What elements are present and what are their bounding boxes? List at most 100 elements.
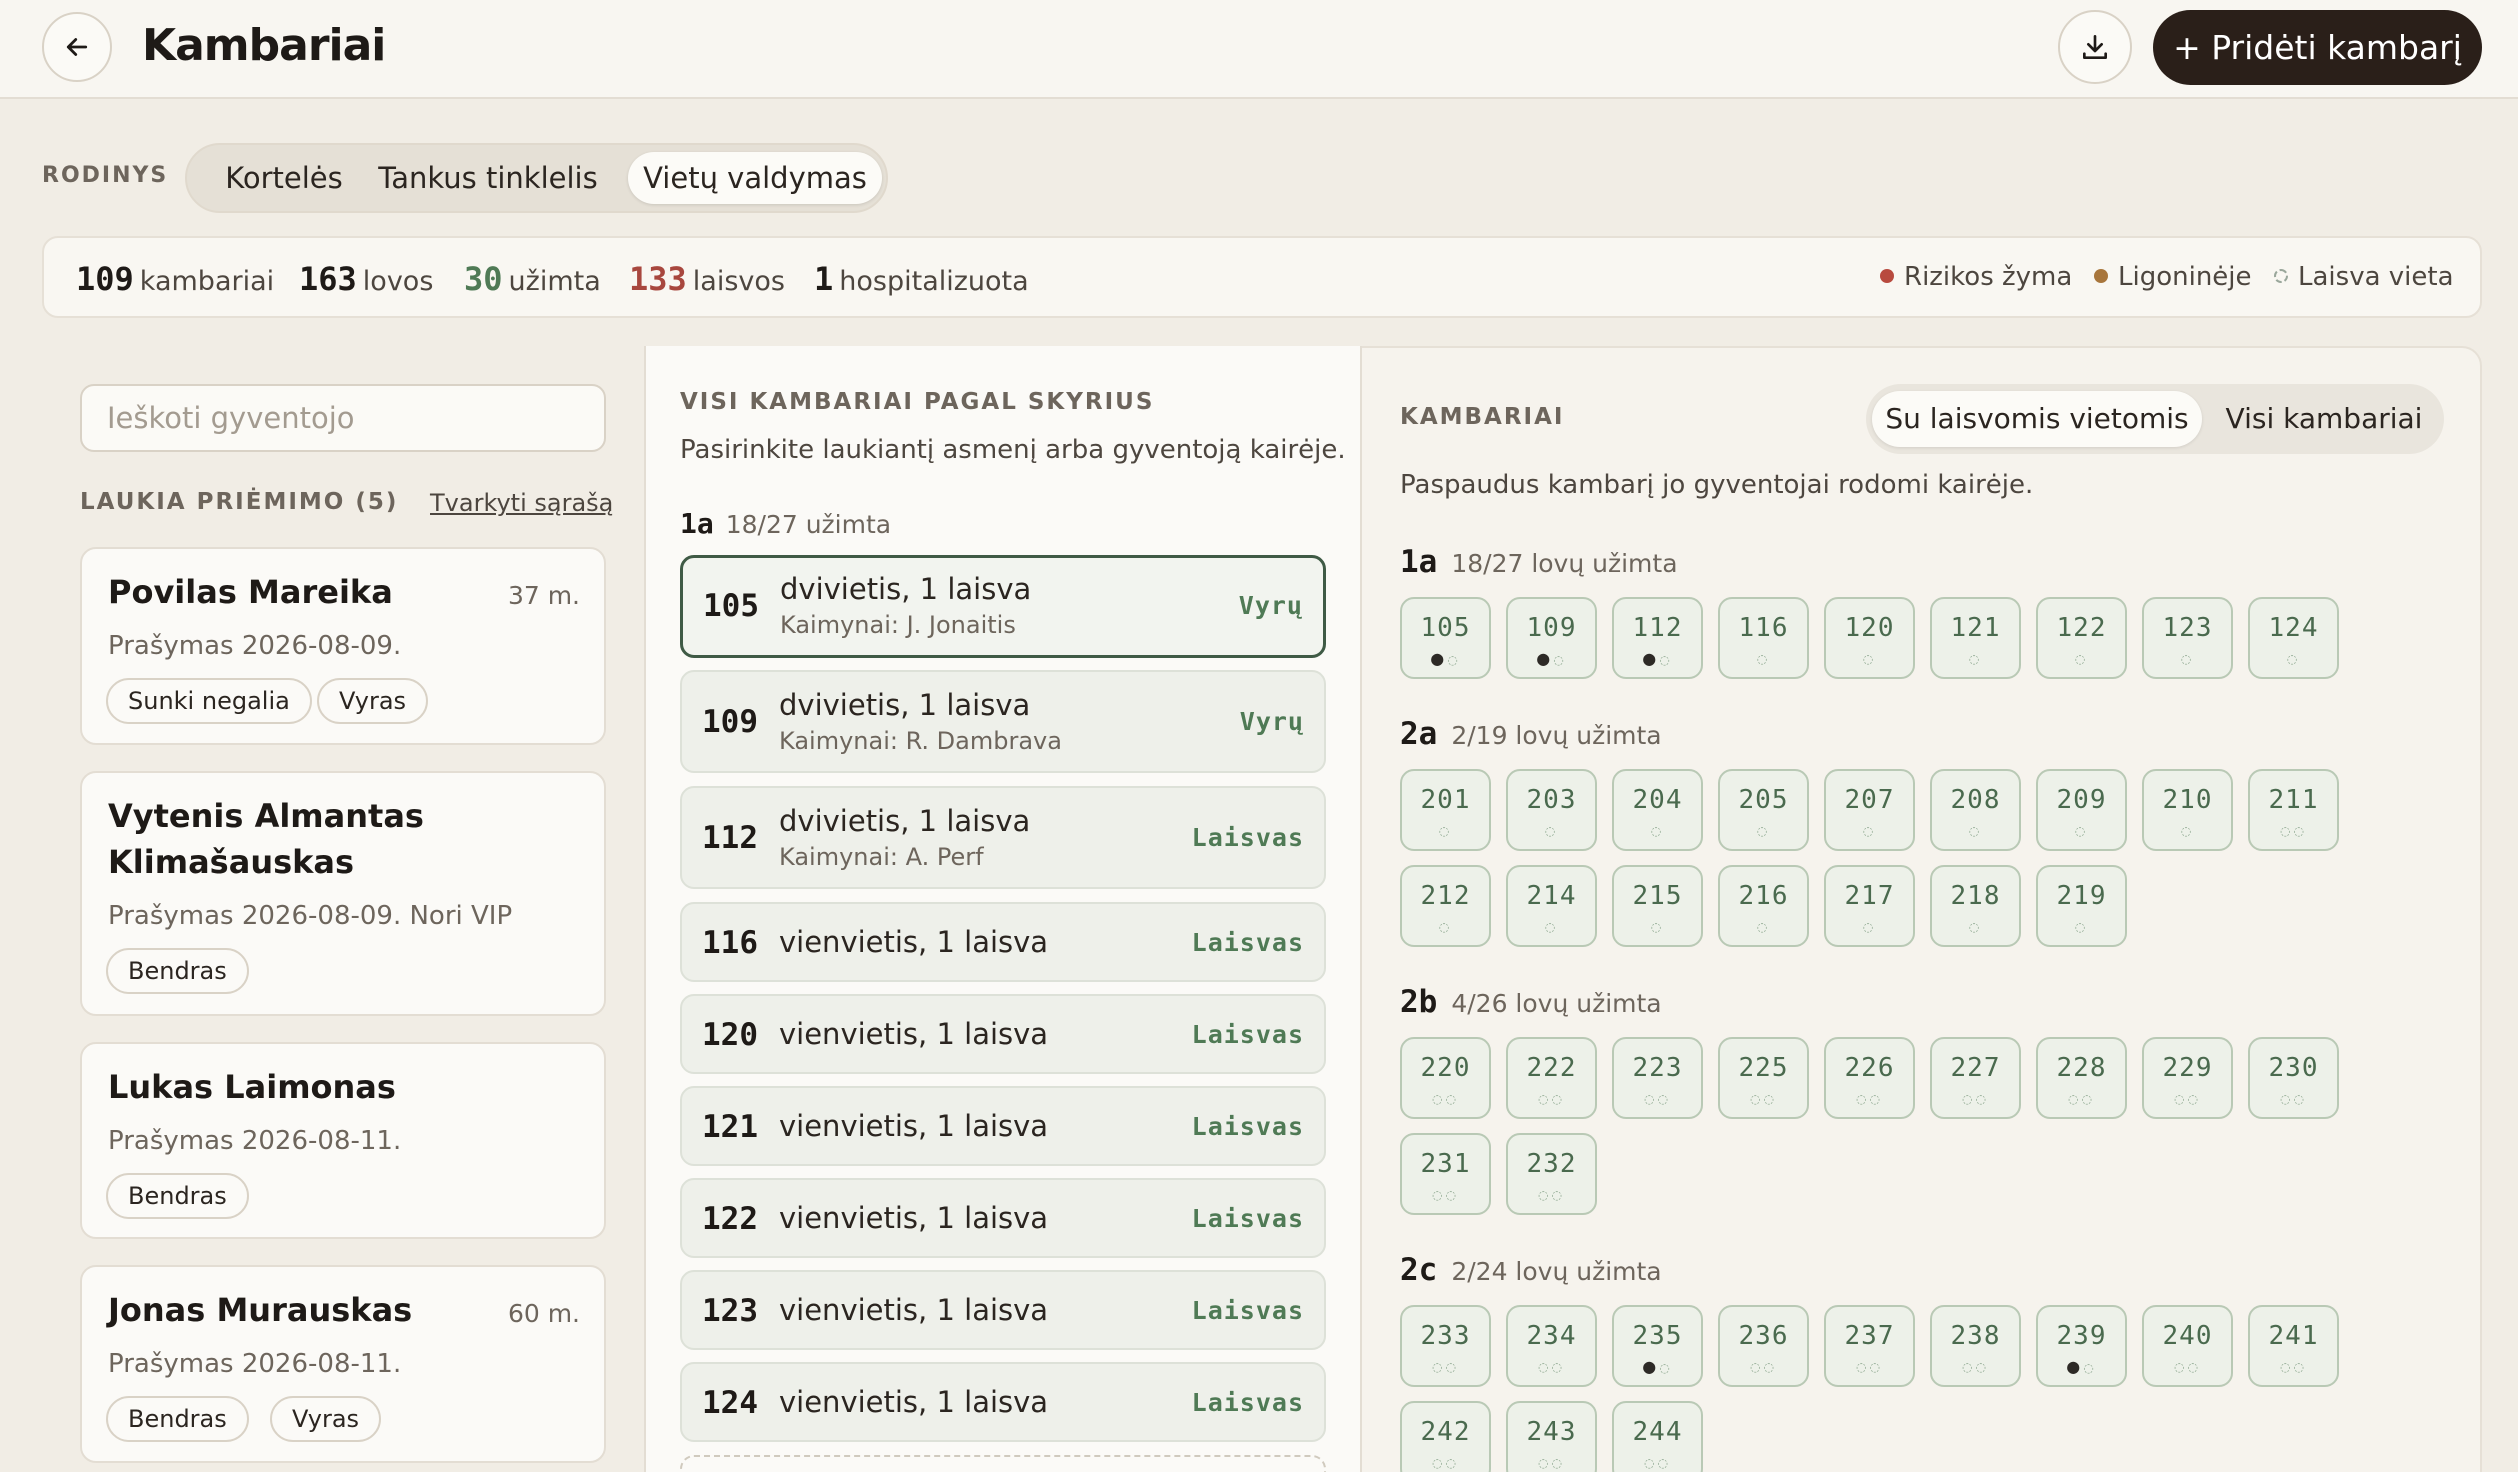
room-tile-203[interactable]: 203 ◌ [1506,769,1597,851]
room-row-105[interactable]: 105 dvivietis, 1 laisva Kaimynai: J. Jon… [680,555,1326,658]
room-row-121[interactable]: 121 vienvietis, 1 laisva Laisvas [680,1086,1326,1166]
room-tile-229[interactable]: 229 ◌◌ [2142,1037,2233,1119]
bed-dots-icon: ◌ [1650,824,1665,838]
tab-cards[interactable]: Kortelės [199,152,369,204]
room-type: vienvietis, 1 laisva [779,1017,1049,1051]
room-tile-237[interactable]: 237 ◌◌ [1824,1305,1915,1387]
add-room-button[interactable]: + Pridėti kambarį [2153,10,2482,85]
back-button[interactable] [42,12,112,82]
room-tile-225[interactable]: 225 ◌◌ [1718,1037,1809,1119]
room-tile-240[interactable]: 240 ◌◌ [2142,1305,2233,1387]
room-tile-number: 208 [1950,785,2001,815]
room-tile-120[interactable]: 120 ◌ [1824,597,1915,679]
bed-dots-icon: ◌◌ [1538,1456,1565,1470]
room-tile-220[interactable]: 220 ◌◌ [1400,1037,1491,1119]
room-tile-226[interactable]: 226 ◌◌ [1824,1037,1915,1119]
room-tile-209[interactable]: 209 ◌ [2036,769,2127,851]
risk-dot-icon [1880,269,1894,283]
room-tile-124[interactable]: 124 ◌ [2248,597,2339,679]
legend-free-seat: Laisva vieta [2274,262,2454,292]
room-tile-219[interactable]: 219 ◌ [2036,865,2127,947]
person-card[interactable]: Vytenis Almantas Klimašauskas Prašymas 2… [80,771,606,1016]
room-tile-216[interactable]: 216 ◌ [1718,865,1809,947]
room-tile-112[interactable]: 112 ●◌ [1612,597,1703,679]
room-tile-222[interactable]: 222 ◌◌ [1506,1037,1597,1119]
room-tile-235[interactable]: 235 ●◌ [1612,1305,1703,1387]
stat-free: 133 laisvos [629,260,785,298]
request-text: Prašymas 2026-08-11. [108,1126,402,1156]
bed-dots-icon: ◌ [1756,652,1771,666]
room-tile-223[interactable]: 223 ◌◌ [1612,1037,1703,1119]
room-tile-236[interactable]: 236 ◌◌ [1718,1305,1809,1387]
room-row-112[interactable]: 112 dvivietis, 1 laisva Kaimynai: A. Per… [680,786,1326,889]
room-tile-number: 218 [1950,881,2001,911]
room-tile-218[interactable]: 218 ◌ [1930,865,2021,947]
toggle-all-rooms[interactable]: Visi kambariai [2212,391,2436,447]
room-tile-232[interactable]: 232 ◌◌ [1506,1133,1597,1215]
download-button[interactable] [2058,10,2132,84]
room-tile-116[interactable]: 116 ◌ [1718,597,1809,679]
tab-seat-management[interactable]: Vietų valdymas [628,152,882,204]
room-tile-211[interactable]: 211 ◌◌ [2248,769,2339,851]
bed-dots-icon: ◌ [2180,652,2195,666]
person-name: Jonas Murauskas [108,1291,413,1329]
room-row-120[interactable]: 120 vienvietis, 1 laisva Laisvas [680,994,1326,1074]
room-row-116[interactable]: 116 vienvietis, 1 laisva Laisvas [680,902,1326,982]
room-tile-number: 211 [2268,785,2319,815]
room-tile-number: 217 [1844,881,1895,911]
bed-dots-icon: ◌◌ [1644,1456,1671,1470]
toggle-with-free-seats[interactable]: Su laisvomis vietomis [1872,391,2202,447]
room-tile-121[interactable]: 121 ◌ [1930,597,2021,679]
person-card[interactable]: Povilas Mareika 37 m. Prašymas 2026-08-0… [80,547,606,745]
room-row-122[interactable]: 122 vienvietis, 1 laisva Laisvas [680,1178,1326,1258]
bed-dots-icon: ◌◌ [1432,1188,1459,1202]
room-tile-242[interactable]: 242 ◌◌ [1400,1401,1491,1472]
room-number: 121 [702,1109,758,1145]
room-tile-number: 205 [1738,785,1789,815]
room-tile-201[interactable]: 201 ◌ [1400,769,1491,851]
room-tile-210[interactable]: 210 ◌ [2142,769,2233,851]
room-row-123[interactable]: 123 vienvietis, 1 laisva Laisvas [680,1270,1326,1350]
room-tile-number: 122 [2056,613,2107,643]
room-tile-number: 219 [2056,881,2107,911]
room-tile-212[interactable]: 212 ◌ [1400,865,1491,947]
person-card[interactable]: Jonas Murauskas 60 m. Prašymas 2026-08-1… [80,1265,606,1463]
room-tile-234[interactable]: 234 ◌◌ [1506,1305,1597,1387]
room-tile-207[interactable]: 207 ◌ [1824,769,1915,851]
room-tile-214[interactable]: 214 ◌ [1506,865,1597,947]
room-tile-205[interactable]: 205 ◌ [1718,769,1809,851]
room-tile-208[interactable]: 208 ◌ [1930,769,2021,851]
rooms-heading: KAMBARIAI [1400,404,1565,430]
room-row-109[interactable]: 109 dvivietis, 1 laisva Kaimynai: R. Dam… [680,670,1326,773]
room-tile-105[interactable]: 105 ●◌ [1400,597,1491,679]
room-tile-217[interactable]: 217 ◌ [1824,865,1915,947]
search-input[interactable] [80,384,606,452]
person-card[interactable]: Lukas Laimonas Prašymas 2026-08-11. Bend… [80,1042,606,1239]
room-tile-230[interactable]: 230 ◌◌ [2248,1037,2339,1119]
room-tile-215[interactable]: 215 ◌ [1612,865,1703,947]
room-tile-122[interactable]: 122 ◌ [2036,597,2127,679]
room-tile-number: 212 [1420,881,1471,911]
rooms-hint: Paspaudus kambarį jo gyventojai rodomi k… [1400,470,2034,500]
room-tile-241[interactable]: 241 ◌◌ [2248,1305,2339,1387]
room-tile-243[interactable]: 243 ◌◌ [1506,1401,1597,1472]
bed-dots-icon: ◌ [1862,824,1877,838]
room-tile-227[interactable]: 227 ◌◌ [1930,1037,2021,1119]
room-tile-number: 204 [1632,785,1683,815]
manage-list-link[interactable]: Tvarkyti sąrašą [430,489,613,517]
room-tile-231[interactable]: 231 ◌◌ [1400,1133,1491,1215]
room-tile-123[interactable]: 123 ◌ [2142,597,2233,679]
tab-dense-grid[interactable]: Tankus tinklelis [375,152,601,204]
bed-dots-icon: ◌◌ [1962,1092,1989,1106]
room-tile-number: 116 [1738,613,1789,643]
room-tile-239[interactable]: 239 ●◌ [2036,1305,2127,1387]
arrow-left-icon [66,38,88,56]
room-row-124[interactable]: 124 vienvietis, 1 laisva Laisvas [680,1362,1326,1442]
room-tile-244[interactable]: 244 ◌◌ [1612,1401,1703,1472]
room-tile-204[interactable]: 204 ◌ [1612,769,1703,851]
room-tile-233[interactable]: 233 ◌◌ [1400,1305,1491,1387]
room-tile-238[interactable]: 238 ◌◌ [1930,1305,2021,1387]
room-status: Laisvas [1191,1204,1304,1233]
room-tile-228[interactable]: 228 ◌◌ [2036,1037,2127,1119]
room-tile-109[interactable]: 109 ●◌ [1506,597,1597,679]
